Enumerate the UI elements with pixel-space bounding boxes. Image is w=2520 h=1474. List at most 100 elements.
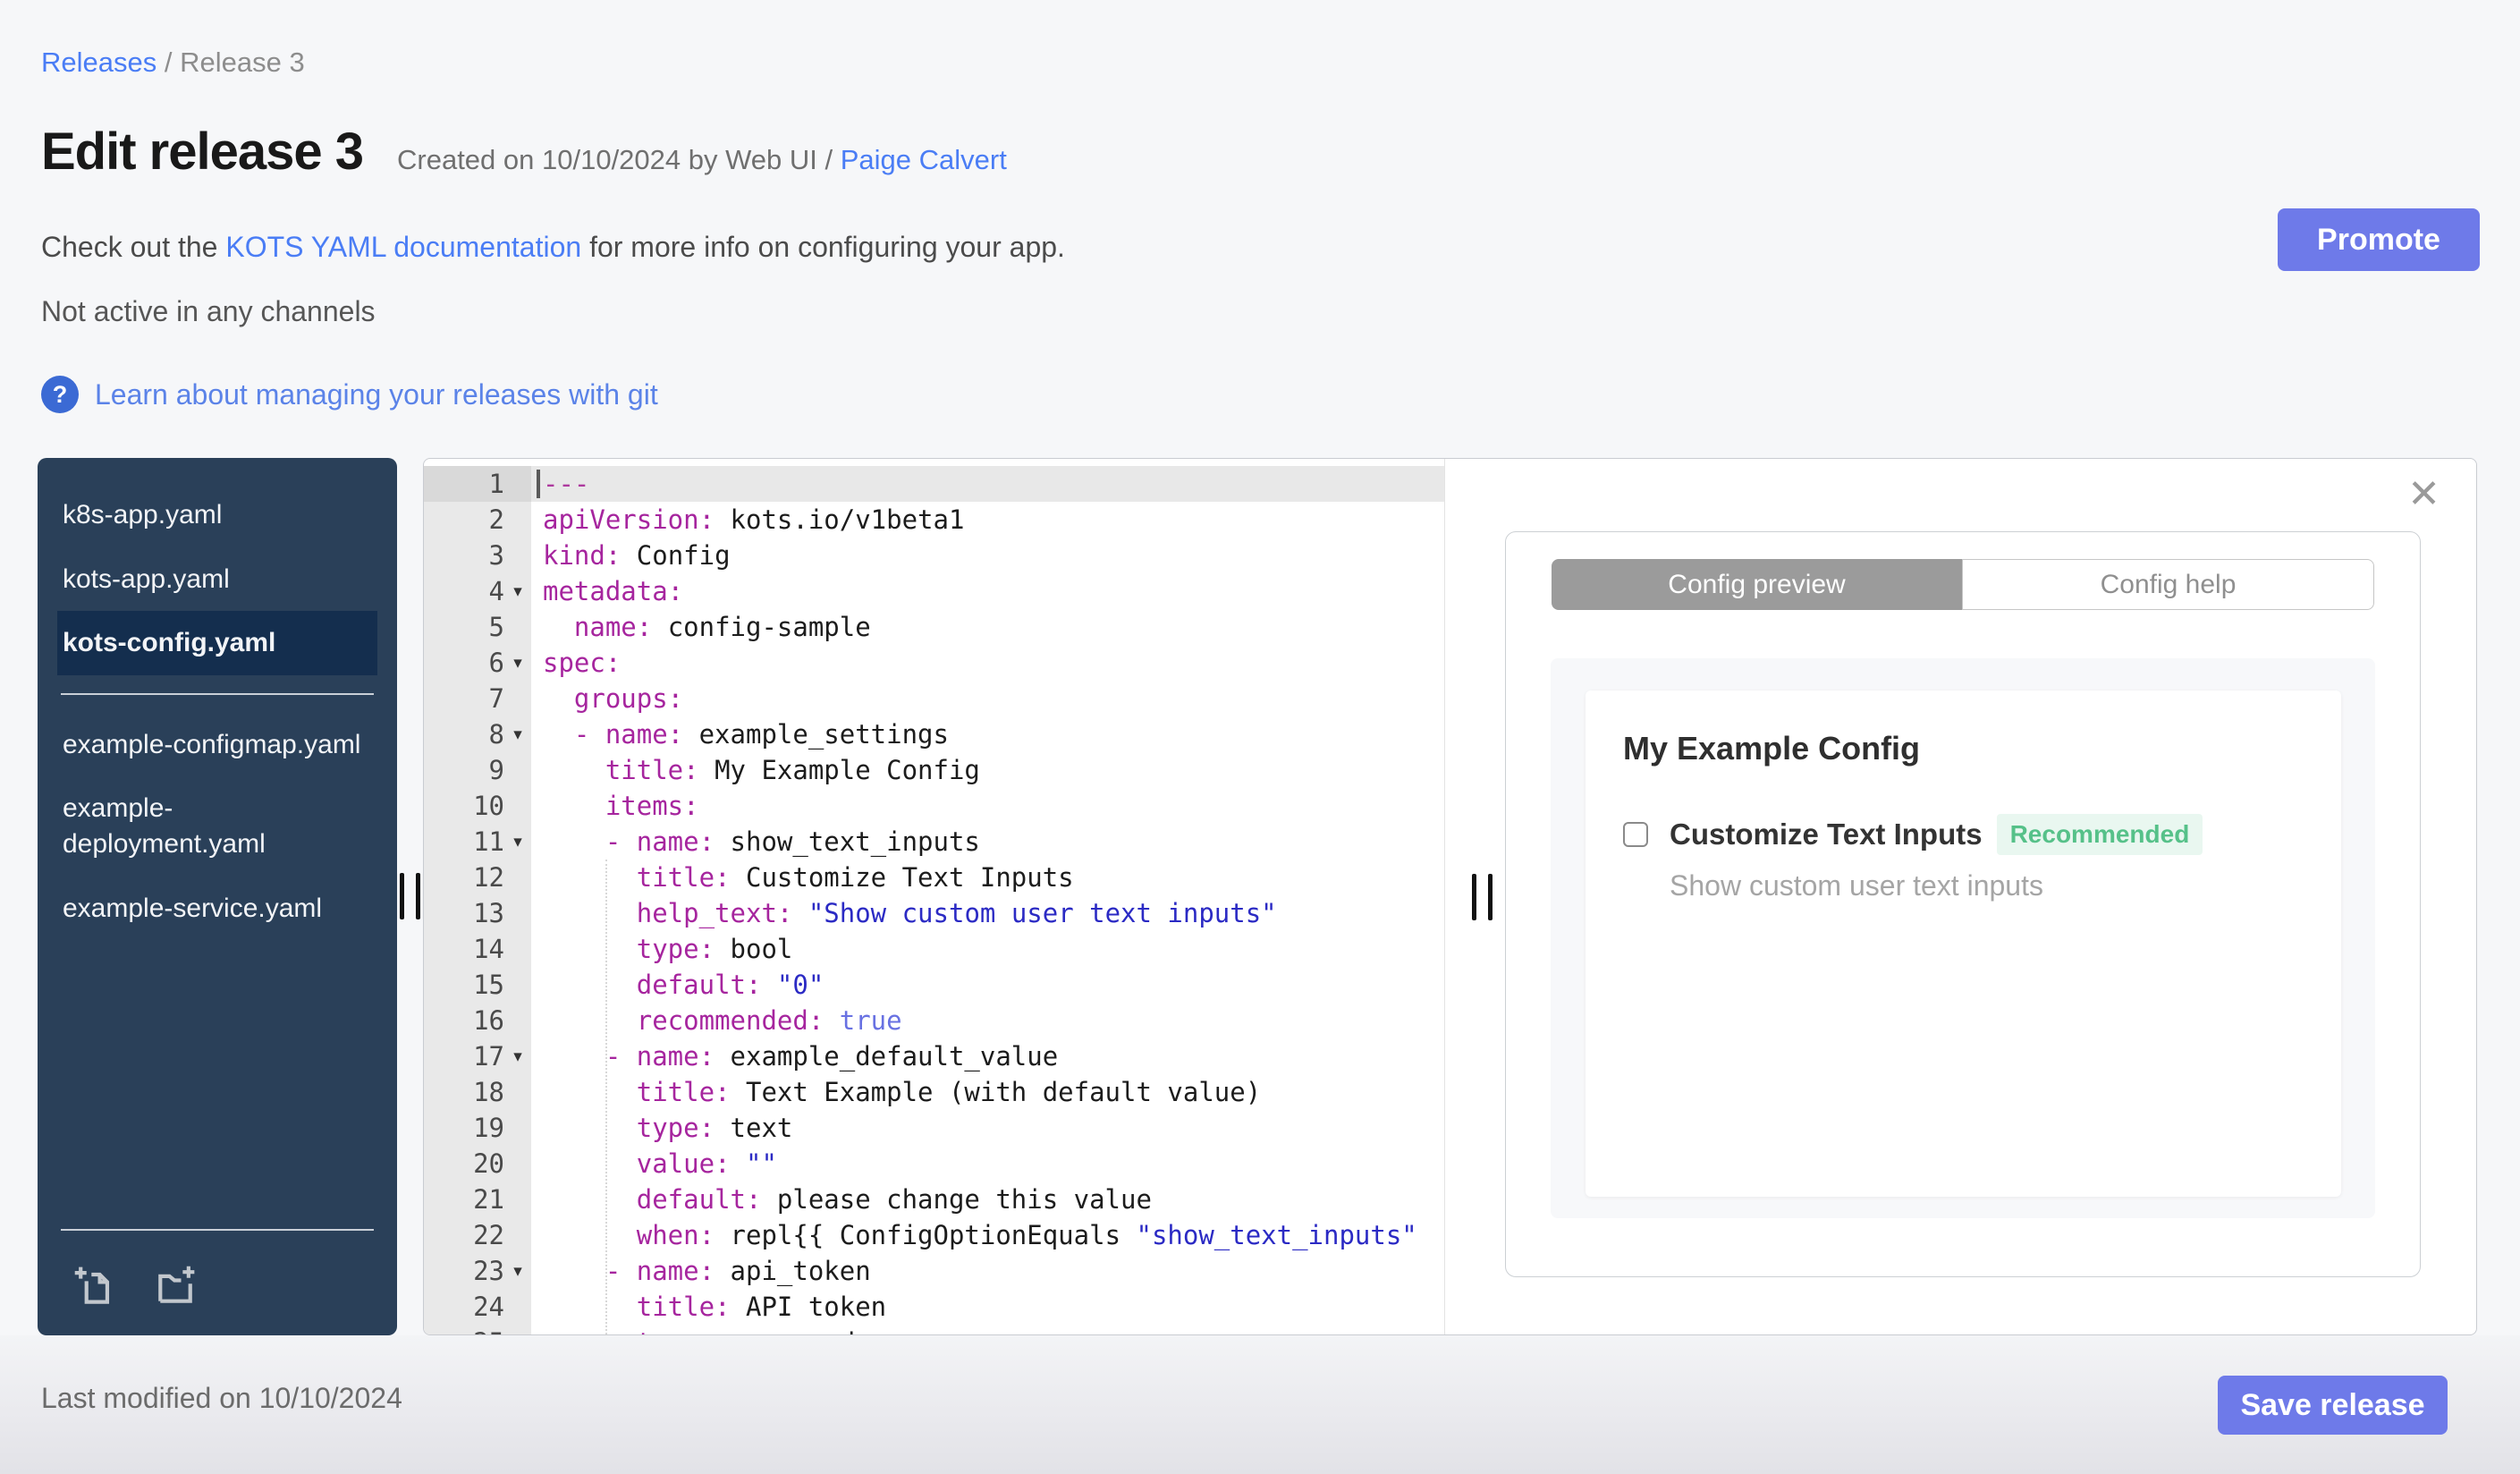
code-line-18[interactable]: 18 title: Text Example (with default val… — [424, 1074, 1444, 1110]
learn-row: ? Learn about managing your releases wit… — [41, 376, 658, 413]
breadcrumb-releases-link[interactable]: Releases — [41, 47, 156, 78]
code-line-15[interactable]: 15 default: "0" — [424, 967, 1444, 1003]
code-line-10[interactable]: 10 items: — [424, 788, 1444, 824]
code-line-3[interactable]: 3 kind: Config — [424, 538, 1444, 573]
gutter-line-3: 3 — [424, 538, 531, 573]
gutter-line-19: 19 — [424, 1110, 531, 1146]
sidebar-resize-handle[interactable] — [400, 873, 423, 919]
fold-arrow-icon[interactable]: ▾ — [504, 653, 531, 673]
code-line-9[interactable]: 9 title: My Example Config — [424, 752, 1444, 788]
code-line-2[interactable]: 2 apiVersion: kots.io/v1beta1 — [424, 502, 1444, 538]
code-line-20[interactable]: 20 value: "" — [424, 1146, 1444, 1182]
gutter-line-2: 2 — [424, 502, 531, 538]
new-file-icon[interactable] — [72, 1263, 118, 1314]
gutter-line-23: 23 ▾ — [424, 1253, 531, 1289]
preview-body: My Example Config Customize Text Inputs … — [1551, 658, 2375, 1218]
title-row: Edit release 3 Created on 10/10/2024 by … — [41, 122, 1007, 182]
preview-pane: ✕ Config preview Config help My Example C… — [1445, 459, 2476, 1334]
code-line-11[interactable]: 11 ▾ - name: show_text_inputs — [424, 824, 1444, 860]
indent-guide — [605, 860, 607, 1334]
customize-text-inputs-checkbox[interactable] — [1623, 822, 1648, 847]
file-item-kots-app.yaml[interactable]: kots-app.yaml — [57, 547, 377, 612]
config-item-label: Customize Text Inputs — [1670, 817, 1983, 851]
file-list-divider — [61, 692, 374, 695]
gutter-line-6: 6 ▾ — [424, 645, 531, 681]
code-line-8[interactable]: 8 ▾ - name: example_settings — [424, 716, 1444, 752]
file-item-k8s-app.yaml[interactable]: k8s-app.yaml — [57, 483, 377, 547]
code-line-23[interactable]: 23 ▾ - name: api_token — [424, 1253, 1444, 1289]
help-circle-icon: ? — [41, 376, 79, 413]
created-text: Created on 10/10/2024 by Web UI / — [397, 144, 841, 175]
code-line-1[interactable]: 1 --- — [424, 466, 1444, 502]
recommended-badge: Recommended — [1996, 814, 2203, 855]
gutter-line-8: 8 ▾ — [424, 716, 531, 752]
gutter-line-13: 13 — [424, 895, 531, 931]
preview-tabs: Config preview Config help — [1552, 559, 2374, 610]
kots-yaml-doc-link[interactable]: KOTS YAML documentation — [225, 231, 581, 263]
breadcrumb: Releases / Release 3 — [41, 47, 305, 79]
fold-arrow-icon[interactable]: ▾ — [504, 581, 531, 602]
gutter-line-14: 14 — [424, 931, 531, 967]
code-line-24[interactable]: 24 title: API token — [424, 1289, 1444, 1325]
fold-arrow-icon[interactable]: ▾ — [504, 832, 531, 852]
code-line-5[interactable]: 5 name: config-sample — [424, 609, 1444, 645]
code-line-6[interactable]: 6 ▾ spec: — [424, 645, 1444, 681]
fold-arrow-icon[interactable]: ▾ — [504, 1046, 531, 1067]
yaml-editor[interactable]: 1 --- 2 apiVersion: kots.io/v1beta1 3 kind: C… — [424, 459, 1445, 1334]
file-item-example-service.yaml[interactable]: example-service.yaml — [57, 877, 377, 941]
gutter-line-15: 15 — [424, 967, 531, 1003]
config-preview-panel: Config preview Config help My Example Con… — [1505, 531, 2421, 1277]
config-item-help: Show custom user text inputs — [1670, 869, 2043, 902]
code-line-25[interactable]: 25 type: password — [424, 1325, 1444, 1334]
code-line-7[interactable]: 7 groups: — [424, 681, 1444, 716]
code-line-17[interactable]: 17 ▾ - name: example_default_value — [424, 1038, 1444, 1074]
file-list-top: k8s-app.yaml kots-app.yaml kots-config.yam… — [38, 483, 397, 675]
gutter-line-24: 24 — [424, 1289, 531, 1325]
promote-button[interactable]: Promote — [2278, 208, 2480, 271]
code-line-22[interactable]: 22 when: repl{{ ConfigOptionEquals "show… — [424, 1217, 1444, 1253]
workbench: 1 --- 2 apiVersion: kots.io/v1beta1 3 kind: C… — [423, 458, 2477, 1335]
file-item-example-deployment.yaml[interactable]: example-deployment.yaml — [57, 776, 377, 876]
file-list-bottom: example-configmap.yaml example-deployment… — [38, 713, 397, 940]
code-line-14[interactable]: 14 type: bool — [424, 931, 1444, 967]
close-icon[interactable]: ✕ — [2407, 475, 2440, 514]
footer: Last modified on 10/10/2024 Save release — [0, 1335, 2520, 1474]
text-cursor — [537, 470, 540, 498]
file-item-example-configmap.yaml[interactable]: example-configmap.yaml — [57, 713, 377, 777]
main-splitpane: k8s-app.yaml kots-app.yaml kots-config.yam… — [38, 458, 2477, 1335]
last-modified-text: Last modified on 10/10/2024 — [41, 1382, 402, 1414]
save-release-button[interactable]: Save release — [2218, 1376, 2448, 1435]
code-line-4[interactable]: 4 ▾ metadata: — [424, 573, 1444, 609]
code-line-16[interactable]: 16 recommended: true — [424, 1003, 1444, 1038]
code-lines: 1 --- 2 apiVersion: kots.io/v1beta1 3 kind: C… — [424, 466, 1444, 1334]
code-line-13[interactable]: 13 help_text: "Show custom user text inp… — [424, 895, 1444, 931]
tab-config-preview[interactable]: Config preview — [1552, 559, 1962, 610]
channel-status: Not active in any channels — [41, 295, 376, 327]
config-item-row: Customize Text Inputs Recommended — [1623, 814, 2304, 855]
gutter-line-7: 7 — [424, 681, 531, 716]
code-line-19[interactable]: 19 type: text — [424, 1110, 1444, 1146]
fold-arrow-icon[interactable]: ▾ — [504, 1261, 531, 1282]
gutter-line-11: 11 ▾ — [424, 824, 531, 860]
sidebar-bottom-divider — [61, 1229, 374, 1231]
code-line-12[interactable]: 12 title: Customize Text Inputs — [424, 860, 1444, 895]
fold-arrow-icon[interactable]: ▾ — [504, 724, 531, 745]
gutter-line-16: 16 — [424, 1003, 531, 1038]
info-line: Check out the KOTS YAML documentation fo… — [41, 231, 1065, 264]
breadcrumb-separator: / — [156, 47, 181, 78]
file-item-kots-config.yaml[interactable]: kots-config.yaml — [57, 611, 377, 675]
gutter-line-10: 10 — [424, 788, 531, 824]
code-line-21[interactable]: 21 default: please change this value — [424, 1182, 1444, 1217]
learn-git-link[interactable]: Learn about managing your releases with … — [95, 378, 658, 411]
gutter-line-5: 5 — [424, 609, 531, 645]
tab-config-help[interactable]: Config help — [1962, 559, 2374, 610]
info-suffix: for more info on configuring your app. — [581, 231, 1065, 263]
created-author-link[interactable]: Paige Calvert — [841, 144, 1007, 175]
gutter-line-4: 4 ▾ — [424, 573, 531, 609]
gutter-line-25: 25 — [424, 1325, 531, 1334]
new-folder-icon[interactable] — [152, 1263, 199, 1314]
preview-resize-handle[interactable] — [1472, 874, 1495, 920]
info-prefix: Check out the — [41, 231, 226, 263]
created-line: Created on 10/10/2024 by Web UI / Paige … — [397, 144, 1007, 176]
